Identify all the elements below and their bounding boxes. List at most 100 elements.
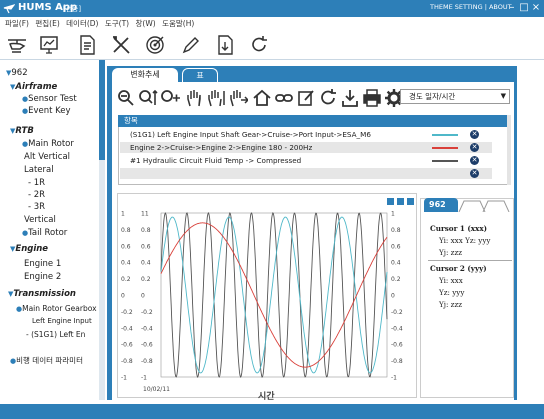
y-tick-label-mid: 11: [141, 211, 149, 218]
table-scrollbar[interactable]: [507, 115, 511, 185]
cursor-panel-extra-tabs[interactable]: [458, 200, 510, 212]
tree-item-label: 비행 데이터 파라미터: [16, 356, 83, 365]
menu-data[interactable]: 데이터(D): [66, 19, 98, 28]
time-range-value: 경도 일자/시간: [409, 92, 456, 101]
tree-item-label: Main Rotor Gearbox: [22, 304, 97, 313]
pan-hand-horizontal-icon[interactable]: [228, 88, 248, 108]
tree-item-flight-data[interactable]: ●비행 데이터 파라미터: [10, 355, 83, 366]
menu-tools[interactable]: 도구(T): [105, 19, 129, 28]
remove-row-icon[interactable]: ✕: [470, 169, 479, 178]
pan-hand-icon[interactable]: [184, 88, 204, 108]
table-row[interactable]: ✕: [120, 168, 492, 179]
tree-item-engine-1[interactable]: Engine 1: [24, 259, 61, 269]
y-tick-label-left: -0.4: [121, 325, 133, 332]
tree-group-label: RTB: [15, 126, 34, 136]
export-icon[interactable]: [340, 88, 360, 108]
y-tick-label-mid: 0.6: [141, 243, 151, 250]
tree-item-s1g1-left-en[interactable]: - (S1G1) Left En: [26, 330, 85, 339]
y-tick-label-right: -0.6: [391, 342, 403, 349]
tree-root-label: 962: [11, 68, 28, 78]
cursor2-title: Cursor 2 (yyy): [430, 264, 487, 273]
theme-about-links[interactable]: THEME SETTING | ABOUT: [430, 3, 512, 11]
tree-item-1r[interactable]: - 1R: [28, 178, 45, 188]
tree-item-event-key[interactable]: ●Event Key: [22, 106, 71, 116]
tree-group-airframe[interactable]: ▼Airframe: [10, 82, 57, 92]
tree-item-lateral[interactable]: Lateral: [24, 165, 54, 175]
x-axis-date: 10/02/11: [143, 386, 170, 393]
pen-icon[interactable]: [180, 34, 202, 56]
tree-item-left-engine-input[interactable]: Left Engine Input: [32, 317, 92, 325]
cursor1-line1: Yi: xxx Yz: yyy: [439, 236, 491, 245]
row-label: Engine 2->Cruise->Engine 2->Engine 180 -…: [130, 143, 313, 152]
tree-item-alt-vertical[interactable]: Alt Vertical: [24, 152, 70, 162]
y-tick-label-right: 0: [391, 293, 395, 300]
y-tick-label-mid: -0.8: [141, 358, 153, 365]
trend-chart[interactable]: 1 11 10.8 0.8 0.80.6 0.6 0.60.4 0.4 0.40.2 0.2 0.2…: [117, 205, 417, 383]
chart-minimize-icon[interactable]: [387, 198, 394, 205]
reload-icon[interactable]: [318, 88, 338, 108]
print-icon[interactable]: [362, 88, 382, 108]
download-icon[interactable]: [214, 34, 236, 56]
zoom-icon[interactable]: [116, 88, 136, 108]
time-range-select[interactable]: 경도 일자/시간 ▼: [400, 89, 510, 104]
home-icon[interactable]: [252, 88, 272, 108]
cursor2-line3: Yj: zzz: [439, 300, 463, 309]
cursor2-line1: Yi: xxx: [439, 276, 463, 285]
tree-group-rtb[interactable]: ▼RTB: [10, 126, 34, 136]
menu-edit[interactable]: 편집(E): [35, 19, 59, 28]
tree-item-3r[interactable]: - 3R: [28, 202, 45, 212]
remove-row-icon[interactable]: ✕: [470, 130, 479, 139]
y-tick-label-mid: -0.2: [141, 309, 153, 316]
chart-axes: 1 11 10.8 0.8 0.80.6 0.6 0.60.4 0.4 0.40.2 0.2 0.2…: [121, 211, 403, 382]
tree-item-engine-2[interactable]: Engine 2: [24, 272, 61, 282]
menu-help[interactable]: 도움말(H): [162, 19, 194, 28]
table-row[interactable]: (S1G1) Left Engine Input Shaft Gear->Cru…: [120, 129, 492, 140]
monitor-icon[interactable]: [38, 34, 60, 56]
table-row[interactable]: #1 Hydraulic Circuit Fluid Temp -> Compr…: [120, 155, 492, 166]
chart-maximize-icon[interactable]: [397, 198, 404, 205]
y-tick-label-mid: -0.4: [141, 325, 153, 332]
tab-trend[interactable]: 변화추세: [112, 68, 178, 82]
y-tick-label-right: 0.8: [391, 227, 401, 234]
tree-item-vertical[interactable]: Vertical: [24, 215, 56, 225]
minimize-button[interactable]: –: [506, 2, 518, 14]
tree-item-label: Event Key: [28, 106, 71, 116]
close-button[interactable]: ×: [530, 2, 542, 14]
document-icon[interactable]: [76, 34, 98, 56]
tree-item-sensor-test[interactable]: ●Sensor Test: [22, 94, 77, 104]
tree-item-main-rotor[interactable]: ●Main Rotor: [22, 139, 74, 149]
refresh-icon[interactable]: [248, 34, 270, 56]
app-logo-icon: [3, 4, 15, 14]
chart-close-icon[interactable]: [407, 198, 414, 205]
zoom-vertical-icon[interactable]: [138, 88, 158, 108]
cursor1-line2: Yj: zzz: [439, 248, 463, 257]
menu-file[interactable]: 파일(F): [5, 19, 29, 28]
tree-root[interactable]: ▼962: [6, 68, 28, 78]
remove-row-icon[interactable]: ✕: [470, 156, 479, 165]
maximize-button[interactable]: □: [518, 2, 530, 14]
tree-item-2r[interactable]: - 2R: [28, 190, 45, 200]
x-axis-label: 시간: [258, 392, 275, 402]
chevron-down-icon[interactable]: ▼: [501, 90, 506, 103]
tools-icon[interactable]: [110, 34, 132, 56]
tree-group-transmission[interactable]: ▼Transmission: [8, 289, 76, 299]
remove-row-icon[interactable]: ✕: [470, 143, 479, 152]
link-icon[interactable]: [274, 88, 294, 108]
edit-icon[interactable]: [296, 88, 316, 108]
pan-hand-vertical-icon[interactable]: [206, 88, 226, 108]
zoom-pan-icon[interactable]: [160, 88, 180, 108]
y-tick-label-left: 0.8: [121, 227, 131, 234]
target-icon[interactable]: [144, 34, 166, 56]
tree-item-main-rotor-gearbox[interactable]: ●Main Rotor Gearbox: [16, 304, 97, 313]
y-tick-label-mid: 0.2: [141, 276, 151, 283]
tab-table[interactable]: 표: [182, 68, 218, 82]
cursor-panel-tab[interactable]: 962: [424, 198, 458, 212]
sidebar-scroll-thumb[interactable]: [99, 60, 105, 160]
tree-item-tail-rotor[interactable]: ●Tail Rotor: [22, 228, 67, 238]
helicopter-icon[interactable]: [6, 34, 28, 56]
table-row[interactable]: Engine 2->Cruise->Engine 2->Engine 180 -…: [120, 142, 492, 153]
status-bar: [0, 404, 544, 419]
menu-window[interactable]: 창(W): [136, 19, 156, 28]
y-tick-label-right: -0.2: [391, 309, 403, 316]
tree-group-engine[interactable]: ▼Engine: [10, 244, 48, 254]
